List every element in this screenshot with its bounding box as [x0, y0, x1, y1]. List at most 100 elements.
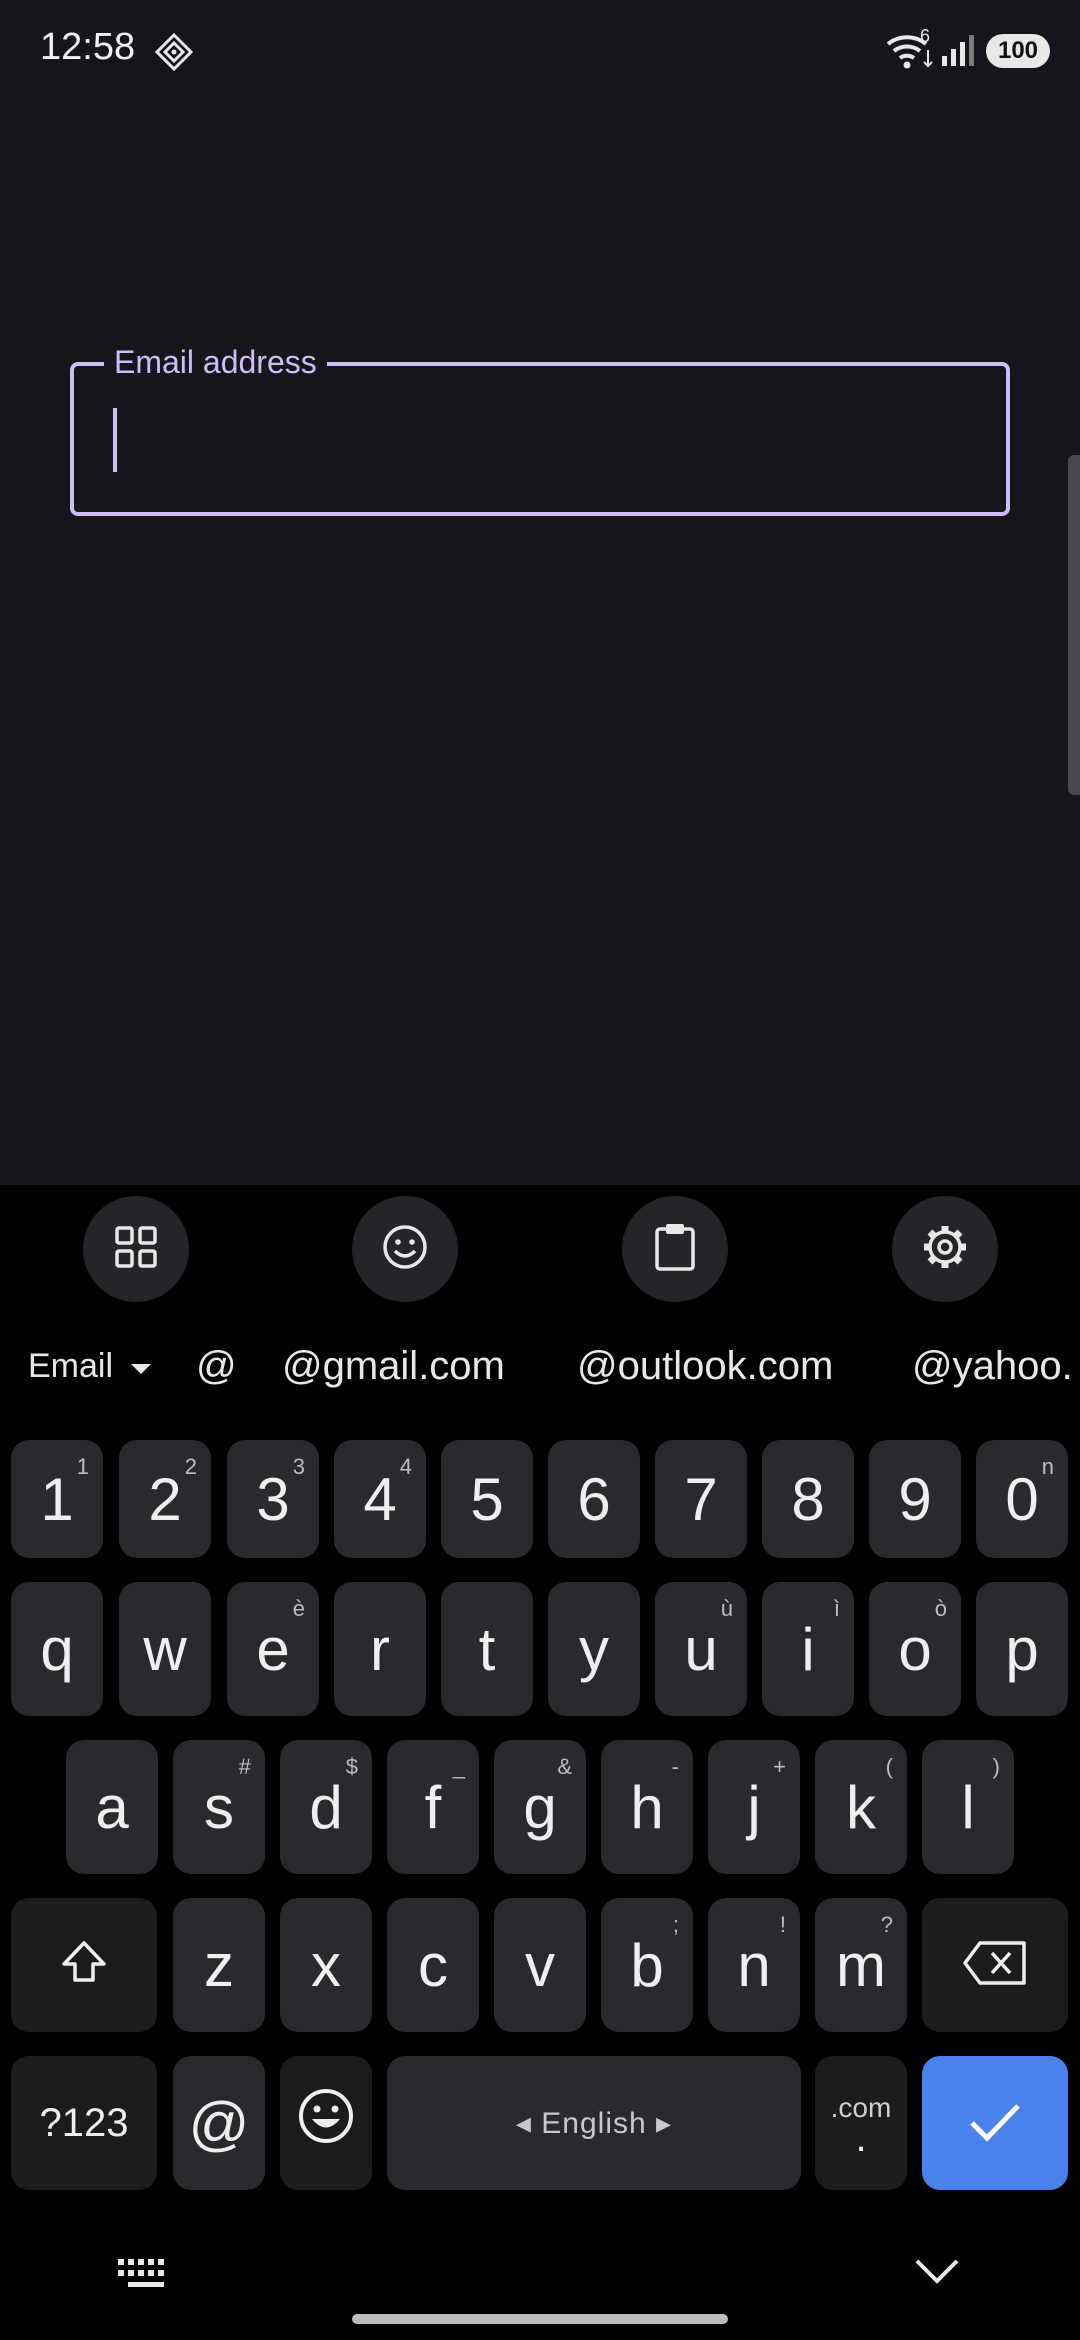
key-1[interactable]: 11	[11, 1440, 103, 1558]
key-2[interactable]: 22	[119, 1440, 211, 1558]
key-p[interactable]: p	[976, 1582, 1068, 1716]
key-label: j	[747, 1773, 761, 1841]
key-f[interactable]: f _	[387, 1740, 479, 1874]
key-e[interactable]: eè	[227, 1582, 319, 1716]
key-label: @	[188, 2089, 250, 2157]
suggestion-item[interactable]: @yahoo.	[912, 1340, 1073, 1392]
key-m[interactable]: m?	[815, 1898, 907, 2032]
settings-button[interactable]	[892, 1196, 998, 1302]
key-label: p	[1005, 1615, 1039, 1683]
key-label: 1	[40, 1465, 74, 1533]
key-g[interactable]: g &	[494, 1740, 586, 1874]
key-label: 8	[791, 1465, 825, 1533]
clipboard-icon	[653, 1222, 697, 1277]
key-label: 4	[363, 1465, 397, 1533]
emoji-key[interactable]	[280, 2056, 372, 2190]
done-key[interactable]	[922, 2056, 1068, 2190]
navigation-handle[interactable]	[352, 2314, 728, 2324]
key-7[interactable]: 7	[655, 1440, 747, 1558]
keyboard-icon[interactable]	[116, 2256, 172, 2295]
key-label: 2	[148, 1465, 182, 1533]
key-9[interactable]: 9	[869, 1440, 961, 1558]
key-label: b	[630, 1931, 664, 1999]
key-label: h	[630, 1773, 664, 1841]
key-hint: &	[557, 1754, 572, 1779]
dotcom-key[interactable]: .com .	[815, 2056, 907, 2190]
key-k[interactable]: k(	[815, 1740, 907, 1874]
key-s[interactable]: s #	[173, 1740, 265, 1874]
suggestion-item[interactable]: @gmail.com	[282, 1340, 505, 1392]
key-l[interactable]: l)	[922, 1740, 1014, 1874]
key-h[interactable]: h-	[601, 1740, 693, 1874]
key-label: 6	[577, 1465, 611, 1533]
key-3[interactable]: 33	[227, 1440, 319, 1558]
keyboard-menu-button[interactable]	[83, 1196, 189, 1302]
key-0[interactable]: 0n	[976, 1440, 1068, 1558]
key-8[interactable]: 8	[762, 1440, 854, 1558]
key-label: l	[961, 1773, 975, 1841]
key-6[interactable]: 6	[548, 1440, 640, 1558]
shift-key[interactable]	[11, 1898, 157, 2032]
key-hint: (	[885, 1754, 893, 1779]
key-hint: ù	[720, 1596, 733, 1621]
key-label: f	[424, 1773, 442, 1841]
backspace-key[interactable]	[922, 1898, 1068, 2032]
key-u[interactable]: uù	[655, 1582, 747, 1716]
clipboard-button[interactable]	[622, 1196, 728, 1302]
key-a[interactable]: a	[66, 1740, 158, 1874]
key-label: t	[478, 1615, 496, 1683]
key-j[interactable]: j +	[708, 1740, 800, 1874]
key-hint: _	[452, 1754, 465, 1779]
suggestion-item[interactable]: @	[196, 1340, 237, 1392]
key-hint: $	[345, 1754, 358, 1779]
email-field[interactable]	[110, 390, 990, 490]
key-w[interactable]: w	[119, 1582, 211, 1716]
key-4[interactable]: 44	[334, 1440, 426, 1558]
key-label: i	[801, 1615, 815, 1683]
scrollbar[interactable]	[1068, 455, 1080, 795]
symbols-key[interactable]: ?123	[11, 2056, 157, 2190]
key-c[interactable]: c	[387, 1898, 479, 2032]
key-x[interactable]: x	[280, 1898, 372, 2032]
key-label: d	[309, 1773, 343, 1841]
suggestion-mode[interactable]: Email	[28, 1340, 113, 1392]
key-label: 3	[256, 1465, 290, 1533]
emoji-toolbar-button[interactable]	[352, 1196, 458, 1302]
key-5[interactable]: 5	[441, 1440, 533, 1558]
key-label: 9	[898, 1465, 932, 1533]
key-b[interactable]: b;	[601, 1898, 693, 2032]
key-hint: #	[238, 1754, 251, 1779]
key-z[interactable]: z	[173, 1898, 265, 2032]
app-screen: 12:58 6 100 Email address	[0, 0, 1080, 1185]
key-hint: ;	[672, 1912, 679, 1937]
email-field-label: Email address	[104, 340, 327, 384]
key-hint: è	[292, 1596, 305, 1621]
key-q[interactable]: q	[11, 1582, 103, 1716]
status-time: 12:58	[40, 26, 136, 68]
space-bar[interactable]: ◂ English ▸	[387, 2056, 801, 2190]
battery-indicator: 100	[986, 34, 1050, 68]
key-y[interactable]: y	[548, 1582, 640, 1716]
grid-icon	[114, 1225, 158, 1274]
key-label: y	[579, 1615, 609, 1683]
key-r[interactable]: r	[334, 1582, 426, 1716]
key-label: 0	[1005, 1465, 1039, 1533]
key-v[interactable]: v	[494, 1898, 586, 2032]
key-o[interactable]: oò	[869, 1582, 961, 1716]
at-key[interactable]: @	[173, 2056, 265, 2190]
backspace-icon	[962, 1931, 1028, 2000]
key-label: a	[95, 1773, 129, 1841]
shift-icon	[60, 1931, 108, 2000]
chevron-down-icon[interactable]	[914, 2258, 960, 2291]
key-i[interactable]: iì	[762, 1582, 854, 1716]
key-label: c	[418, 1931, 448, 1999]
key-label: m	[836, 1931, 886, 1999]
key-d[interactable]: d $	[280, 1740, 372, 1874]
key-n[interactable]: n!	[708, 1898, 800, 2032]
key-hint: 2	[184, 1454, 197, 1479]
suggestion-item[interactable]: @outlook.com	[577, 1340, 833, 1392]
key-hint: 3	[292, 1454, 305, 1479]
key-hint: ì	[833, 1596, 840, 1621]
key-hint: +	[773, 1754, 786, 1779]
key-t[interactable]: t	[441, 1582, 533, 1716]
